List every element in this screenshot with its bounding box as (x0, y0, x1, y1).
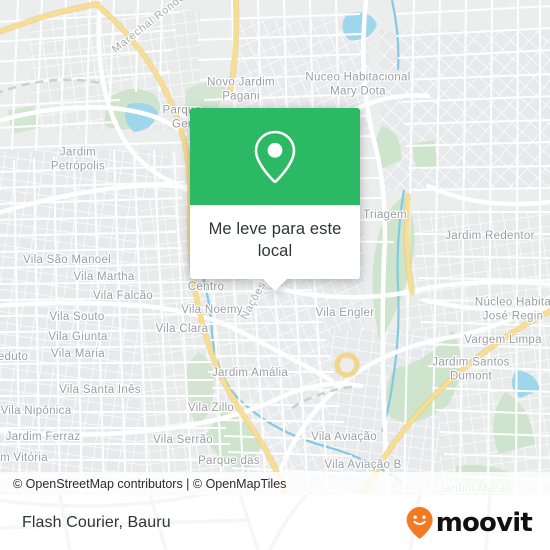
moovit-pin-icon (406, 506, 433, 539)
footer-bar: Flash Courier, Bauru moovit (0, 495, 550, 550)
map-pin-icon (254, 130, 296, 183)
moovit-logo[interactable]: moovit (405, 506, 533, 540)
popup-header (190, 108, 360, 205)
popup-body: Me leve para este local (190, 205, 360, 279)
destination-popup[interactable]: Me leve para este local (190, 108, 360, 291)
map-attribution-bar: © OpenStreetMap contributors | © OpenMap… (0, 472, 550, 495)
map-canvas[interactable]: Marechal Rondon Novo Jardim Pagani Núceo H… (0, 0, 550, 495)
attribution-text[interactable]: © OpenStreetMap contributors | © OpenMap… (0, 477, 286, 491)
popup-text: Me leve para este local (208, 220, 342, 260)
moovit-map-screen: Marechal Rondon Novo Jardim Pagani Núceo H… (0, 0, 550, 550)
moovit-wordmark: moovit (435, 507, 533, 538)
place-title: Flash Courier, Bauru (22, 513, 171, 531)
popup-tail (262, 277, 288, 291)
